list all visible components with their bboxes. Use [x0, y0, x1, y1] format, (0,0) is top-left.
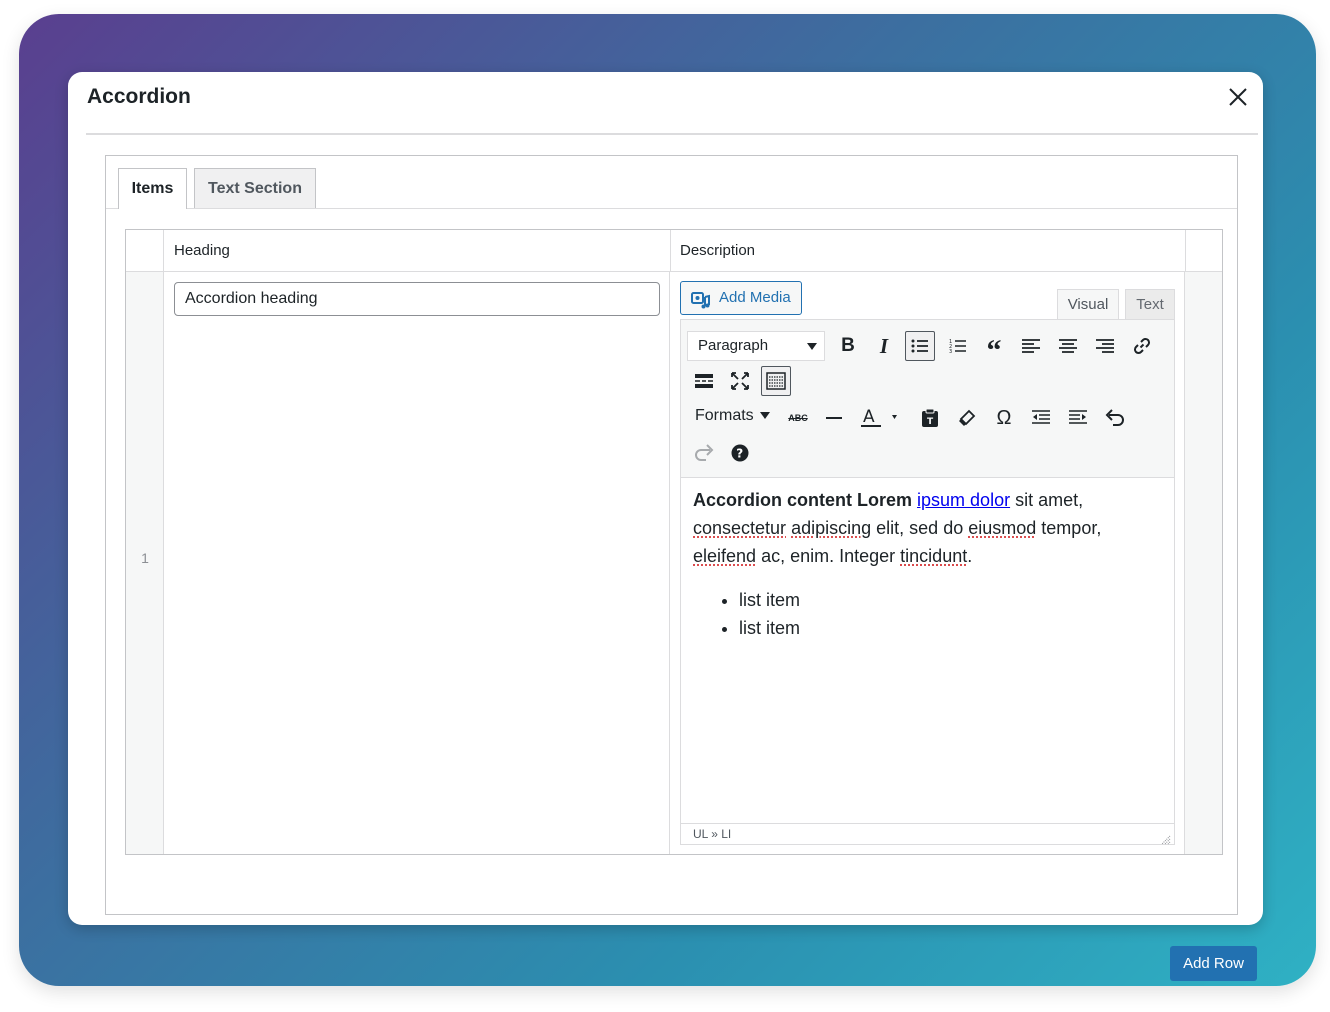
paste-text-icon[interactable]: T	[915, 403, 945, 433]
resize-handle-icon[interactable]	[1161, 831, 1171, 845]
modal-title: Accordion	[87, 85, 191, 108]
settings-panel: Items Text Section Heading Description 1	[105, 155, 1257, 981]
add-media-label: Add Media	[719, 289, 791, 306]
close-icon[interactable]	[1226, 85, 1250, 109]
formats-label: Formats	[695, 407, 754, 424]
tab-items[interactable]: Items	[118, 168, 187, 209]
editor-tab-visual[interactable]: Visual	[1057, 289, 1119, 320]
bold-icon[interactable]: B	[833, 331, 863, 361]
formats-dropdown[interactable]: Formats	[695, 407, 770, 425]
indent-icon[interactable]	[1063, 403, 1093, 433]
chevron-down-icon	[759, 412, 770, 420]
tab-text-section[interactable]: Text Section	[194, 168, 316, 208]
clear-formatting-icon[interactable]	[952, 403, 982, 433]
content-link[interactable]: ipsum dolor	[917, 490, 1010, 510]
repeater-table: Heading Description 1 Add Media	[125, 229, 1223, 855]
special-character-icon[interactable]: Ω	[989, 403, 1019, 433]
fullscreen-icon[interactable]	[725, 366, 755, 396]
read-more-icon[interactable]	[689, 366, 719, 396]
editor-toolbar: Paragraph B I 123 “ Formats ABC A T Ω ?	[681, 320, 1174, 478]
tab-bar: Items Text Section	[106, 156, 1237, 209]
align-center-icon[interactable]	[1053, 331, 1083, 361]
content-list: list item list item	[693, 586, 1163, 642]
content-text: eleifend	[693, 546, 757, 566]
block-format-value: Paragraph	[698, 337, 769, 354]
chevron-down-icon	[807, 343, 817, 350]
toolbar-toggle-icon[interactable]	[761, 366, 791, 396]
rich-text-editor: Paragraph B I 123 “ Formats ABC A T Ω ? …	[680, 319, 1175, 845]
list-item: list item	[739, 614, 1163, 642]
block-format-select[interactable]: Paragraph	[687, 331, 825, 361]
content-text: consectetur	[693, 518, 787, 538]
add-row-button[interactable]: Add Row	[1170, 946, 1257, 981]
content-paragraph: Accordion content Lorem ipsum dolor sit …	[693, 486, 1163, 570]
row-number: 1	[141, 550, 149, 566]
content-text: tempor,	[1041, 518, 1102, 538]
content-text: eiusmod	[968, 518, 1037, 538]
outdent-icon[interactable]	[1026, 403, 1056, 433]
horizontal-line-icon[interactable]	[819, 403, 849, 433]
content-text: sit amet,	[1015, 490, 1084, 510]
undo-icon[interactable]	[1100, 403, 1130, 433]
editor-status-path: UL » LI	[681, 823, 1174, 845]
heading-input[interactable]	[174, 282, 660, 316]
svg-text:?: ?	[736, 447, 743, 461]
link-icon[interactable]	[1127, 331, 1157, 361]
help-icon[interactable]: ?	[725, 438, 755, 468]
italic-icon[interactable]: I	[869, 331, 899, 361]
content-text: adipiscing	[791, 518, 872, 538]
list-item: list item	[739, 586, 1163, 614]
redo-icon[interactable]	[689, 438, 719, 468]
column-header-heading: Heading	[174, 242, 230, 259]
title-divider	[86, 133, 1258, 135]
content-text: elit, sed do	[876, 518, 964, 538]
blockquote-icon[interactable]: “	[979, 331, 1009, 366]
text-color-icon[interactable]: A	[857, 403, 901, 433]
align-left-icon[interactable]	[1016, 331, 1046, 361]
content-bold-text: Accordion content Lorem	[693, 490, 913, 510]
editor-content[interactable]: Accordion content Lorem ipsum dolor sit …	[693, 486, 1163, 642]
svg-text:A: A	[863, 407, 875, 427]
heading-column	[164, 230, 670, 854]
content-text: .	[967, 546, 973, 566]
strikethrough-icon[interactable]: ABC	[783, 403, 813, 433]
content-text: tincidunt	[900, 546, 968, 566]
content-text: ac, enim. Integer	[761, 546, 896, 566]
row-actions-column	[1185, 230, 1222, 854]
add-media-button[interactable]: Add Media	[680, 281, 802, 315]
element-path: UL » LI	[693, 827, 732, 841]
align-right-icon[interactable]	[1090, 331, 1120, 361]
accordion-modal: Accordion Items Text Section Heading Des…	[68, 72, 1263, 981]
column-header-description: Description	[680, 242, 756, 259]
row-number-column	[126, 230, 164, 854]
table-header: Heading Description	[126, 230, 1222, 272]
bullet-list-icon[interactable]	[905, 331, 935, 361]
media-icon	[691, 290, 711, 309]
svg-text:3: 3	[949, 349, 952, 354]
svg-text:T: T	[927, 417, 934, 427]
numbered-list-icon[interactable]: 123	[943, 331, 973, 361]
editor-tab-text[interactable]: Text	[1125, 289, 1175, 319]
